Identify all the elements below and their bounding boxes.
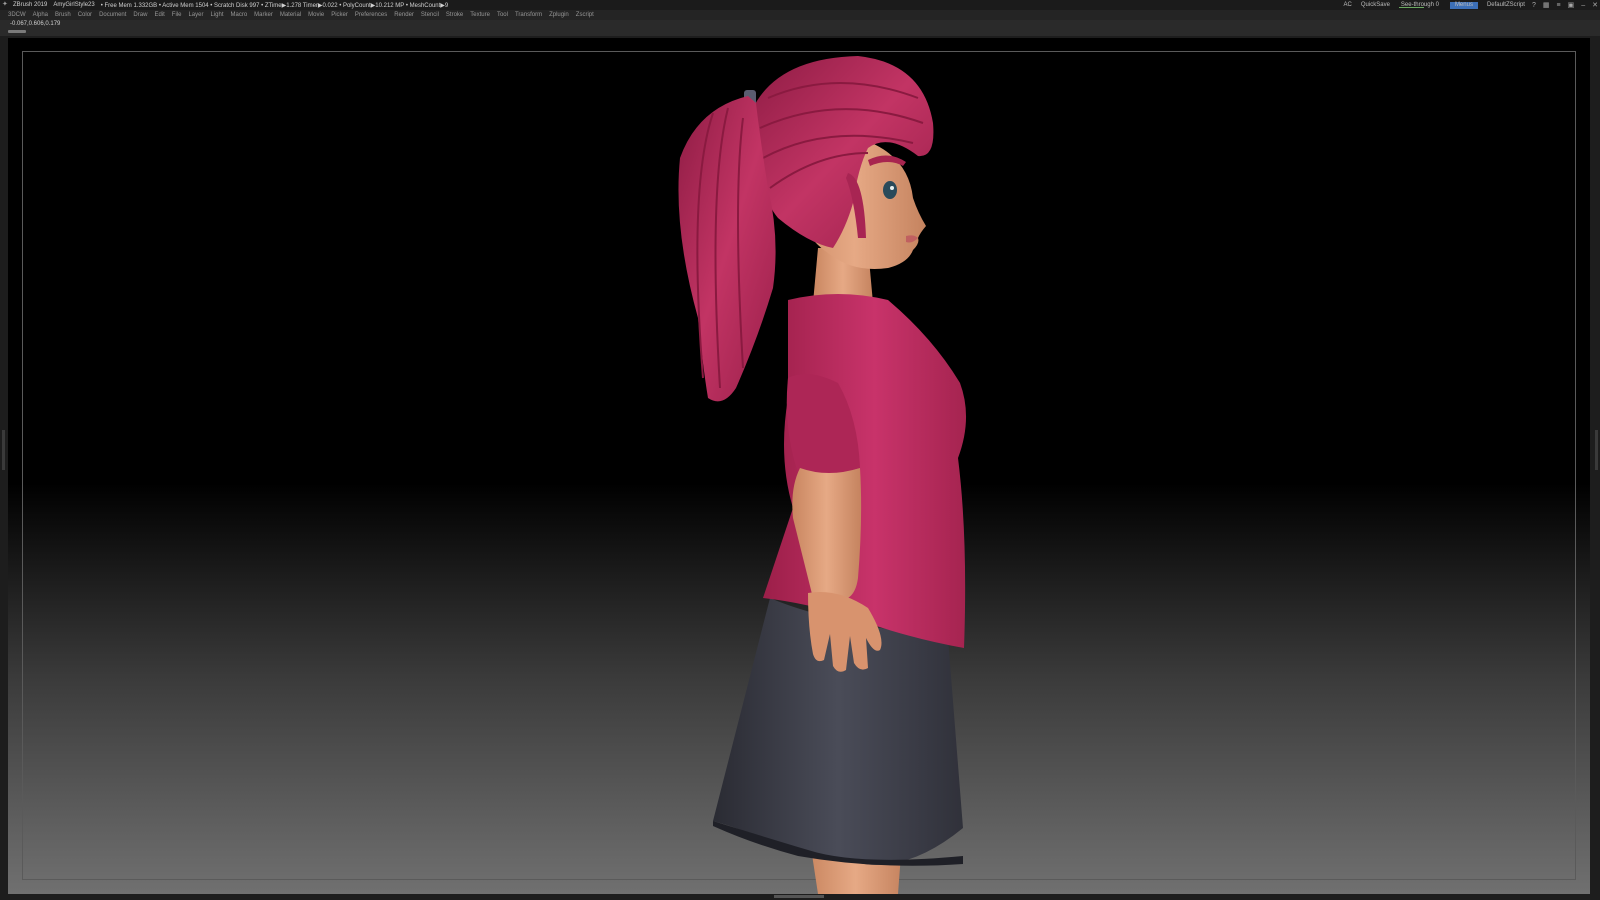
menu-material[interactable]: Material [280,12,301,18]
menu-color[interactable]: Color [78,12,92,18]
document-canvas[interactable] [8,38,1590,894]
menu-light[interactable]: Light [210,12,223,18]
cursor-coordinates: -0.067,0.606,0.179 [10,21,61,27]
menu-brush[interactable]: Brush [55,12,71,18]
app-title: ZBrush 2019 [13,2,48,8]
minimize-icon[interactable]: – [1581,2,1585,9]
menu-layer[interactable]: Layer [188,12,203,18]
menu-bar: 3DCW Alpha Brush Color Document Draw Edi… [0,10,1600,20]
menu-edit[interactable]: Edit [154,12,164,18]
ac-button[interactable]: AC [1344,2,1352,8]
menu-stroke[interactable]: Stroke [446,12,463,18]
right-tray-handle[interactable] [1595,430,1598,470]
menu-file[interactable]: File [172,12,182,18]
title-bar-right: AC QuickSave See-through 0 Menus Default… [1335,0,1598,10]
layout-icon[interactable]: ▦ [1543,1,1550,9]
menu-render[interactable]: Render [394,12,414,18]
see-through-fill [1398,7,1425,8]
menu-movie[interactable]: Movie [308,12,324,18]
document-name: AmyGirlStyle23 [53,2,95,8]
menu-document[interactable]: Document [99,12,126,18]
menu-tool[interactable]: Tool [497,12,508,18]
menu-draw[interactable]: Draw [133,12,147,18]
menu-marker[interactable]: Marker [254,12,273,18]
menu-texture[interactable]: Texture [470,12,490,18]
eye [883,181,897,199]
menu-stencil[interactable]: Stencil [421,12,439,18]
menu-zplugin[interactable]: Zplugin [549,12,569,18]
see-through-slider[interactable]: See-through 0 [1398,2,1441,8]
info-bar: -0.067,0.606,0.179 [0,20,1600,36]
shirt [763,294,967,648]
menu-3dcw[interactable]: 3DCW [8,12,26,18]
menu-preferences[interactable]: Preferences [355,12,387,18]
script-icon[interactable]: ≡ [1557,2,1561,9]
menu-zscript[interactable]: Zscript [576,12,594,18]
menu-alpha[interactable]: Alpha [33,12,48,18]
title-bar: ✦ ZBrush 2019 AmyGirlStyle23 • Free Mem … [0,0,1600,10]
zbrush-logo-icon[interactable]: ✦ [2,1,10,9]
character-model[interactable] [8,38,1590,894]
menu-transform[interactable]: Transform [515,12,542,18]
menu-macro[interactable]: Macro [230,12,247,18]
close-icon[interactable]: ✕ [1592,1,1598,9]
lock-icon[interactable]: ▣ [1568,1,1575,9]
quicksave-button[interactable]: QuickSave [1361,2,1390,8]
left-tray-handle[interactable] [2,430,5,470]
script-selector[interactable]: DefaultZScript [1487,2,1525,8]
menus-button[interactable]: Menus [1449,1,1478,9]
eye-highlight [890,186,894,190]
menu-picker[interactable]: Picker [331,12,348,18]
bottom-tray-handle[interactable] [774,895,824,898]
help-icon[interactable]: ? [1532,2,1536,9]
tray-scroll-handle[interactable] [8,30,26,33]
memory-stats: • Free Mem 1.332GB • Active Mem 1504 • S… [100,2,449,9]
